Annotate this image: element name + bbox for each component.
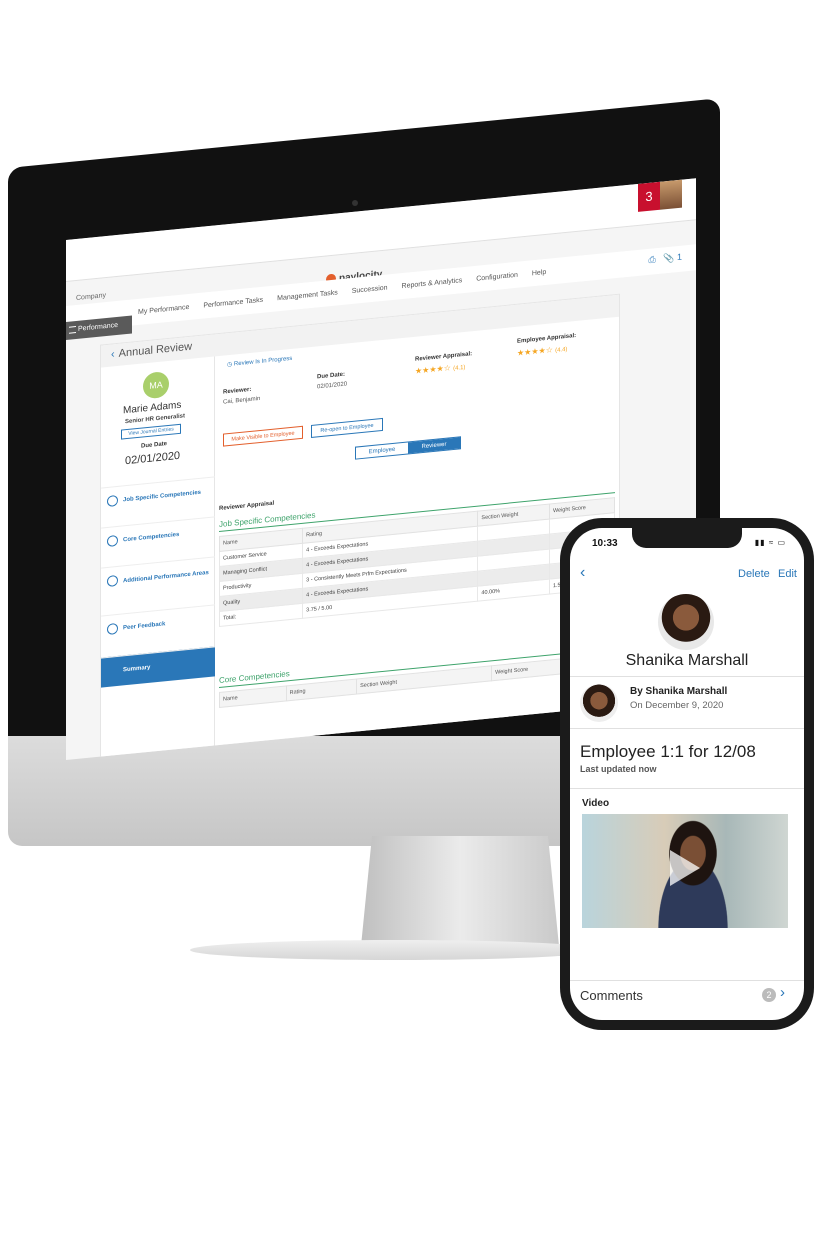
profile-avatar: [658, 594, 714, 650]
back-chevron-icon[interactable]: ‹: [580, 564, 585, 582]
company-label: Company: [76, 292, 106, 303]
sidebar-item-label: Peer Feedback: [123, 621, 166, 632]
sidebar-item-peer-feedback[interactable]: Peer Feedback: [101, 604, 215, 646]
sidebar-item-core[interactable]: Core Competencies: [101, 516, 215, 558]
star-icons: ★★★★☆: [415, 363, 451, 376]
chevron-right-icon[interactable]: ›: [780, 984, 785, 1001]
print-icon[interactable]: ⎙: [649, 254, 656, 265]
review-card: ‹ Annual Review MA Marie Adams Senior HR …: [100, 293, 620, 760]
star-icons: ★★★★☆: [517, 345, 553, 358]
review-status-text: Review Is In Progress: [233, 355, 293, 368]
sidebar-item-job-specific[interactable]: Job Specific Competencies: [101, 476, 215, 518]
due-date-label: Due Date: [141, 441, 168, 450]
review-detail: ◷ Review Is In Progress Reviewer: Cai, B…: [219, 317, 619, 754]
status-time: 10:33: [592, 538, 618, 549]
toggle-employee[interactable]: Employee: [356, 442, 408, 458]
attachment-count: 1: [676, 251, 682, 263]
signal-icon: ▮▮: [754, 538, 766, 547]
nav-my-performance[interactable]: My Performance: [138, 303, 189, 315]
post-date: On December 9, 2020: [630, 700, 724, 711]
comments-label[interactable]: Comments: [580, 988, 643, 1003]
nav-management-tasks[interactable]: Management Tasks: [277, 289, 338, 302]
notification-badge[interactable]: 3: [638, 181, 660, 212]
reviewer-appraisal-score: (4.1): [453, 364, 466, 373]
menu-icon[interactable]: [69, 326, 76, 334]
video-label: Video: [582, 798, 610, 809]
column-header: Rating: [286, 679, 357, 701]
reviewer-label: Reviewer:: [223, 386, 252, 396]
employee-rating-stars: ★★★★☆ (4.4): [517, 344, 567, 358]
play-icon[interactable]: [670, 850, 700, 886]
nav-succession[interactable]: Succession: [352, 284, 388, 295]
view-toggle: Employee Reviewer: [355, 436, 461, 460]
edit-button[interactable]: Edit: [778, 568, 797, 580]
user-avatar[interactable]: [660, 179, 682, 210]
competency-icon: [107, 534, 118, 547]
nav-help[interactable]: Help: [532, 268, 546, 276]
comments-count-badge: 2: [762, 988, 776, 1002]
competency-icon: [107, 494, 118, 507]
reviewer-rating-stars: ★★★★☆ (4.1): [415, 362, 465, 376]
divider: [570, 788, 804, 789]
nav-reports-analytics[interactable]: Reports & Analytics: [402, 277, 463, 290]
sidebar-item-label: Job Specific Competencies: [123, 489, 202, 504]
delete-button[interactable]: Delete: [738, 568, 770, 580]
wifi-icon: ≈: [768, 538, 775, 547]
divider: [570, 728, 804, 729]
reviewer-name: Cai, Benjamin: [223, 395, 261, 406]
review-status: ◷ Review Is In Progress: [227, 355, 292, 368]
nav-performance-tasks[interactable]: Performance Tasks: [203, 296, 263, 309]
mobile-phone: 10:33 ▮▮ ≈ ▭ ‹ Delete Edit Shanika Marsh…: [560, 518, 814, 1030]
meeting-title: Employee 1:1 for 12/08: [580, 742, 756, 761]
profile-name: Shanika Marshall: [625, 652, 749, 669]
monitor-stand: [360, 836, 560, 956]
author-name: By Shanika Marshall: [630, 686, 728, 697]
clock-icon: ◷: [227, 361, 233, 369]
status-icons: ▮▮ ≈ ▭: [755, 538, 786, 547]
due-value: 02/01/2020: [317, 381, 348, 391]
divider: [570, 676, 804, 677]
view-journal-button[interactable]: View Journal Entries: [121, 423, 181, 440]
sidebar-item-summary[interactable]: Summary: [101, 646, 215, 688]
due-label: Due Date:: [317, 371, 346, 381]
nav-configuration[interactable]: Configuration: [476, 271, 518, 282]
employee-appraisal-score: (4.4): [555, 346, 568, 355]
section-label: Reviewer Appraisal: [219, 500, 275, 512]
employee-avatar: MA: [143, 370, 169, 400]
attachment-icon[interactable]: 📎: [663, 252, 674, 263]
column-header: Name: [219, 685, 287, 708]
video-player[interactable]: [582, 814, 788, 928]
make-visible-button[interactable]: Make Visible to Employee: [223, 425, 303, 447]
webcam: [352, 200, 358, 206]
employee-panel: MA Marie Adams Senior HR Generalist View…: [101, 356, 215, 760]
author-avatar: [580, 684, 618, 722]
competency-icon: [107, 574, 118, 587]
battery-icon: ▭: [777, 538, 786, 547]
phone-notch: [632, 528, 742, 548]
sidebar-item-label: Additional Performance Areas: [123, 569, 209, 585]
last-updated: Last updated now: [580, 764, 657, 774]
sidebar-item-additional[interactable]: Additional Performance Areas: [101, 556, 215, 608]
reopen-button[interactable]: Re-open to Employee: [311, 417, 383, 438]
feedback-icon: [107, 622, 118, 635]
phone-screen: 10:33 ▮▮ ≈ ▭ ‹ Delete Edit Shanika Marsh…: [570, 528, 804, 1020]
toggle-reviewer[interactable]: Reviewer: [408, 437, 460, 454]
page-title: Annual Review: [118, 340, 193, 360]
back-chevron-icon[interactable]: ‹: [111, 348, 115, 360]
sidebar-item-label: Core Competencies: [123, 531, 180, 544]
due-date-value: 02/01/2020: [125, 449, 181, 468]
divider: [570, 980, 804, 981]
sidebar-item-label: Summary: [123, 664, 151, 674]
monitor-base: [190, 940, 600, 960]
